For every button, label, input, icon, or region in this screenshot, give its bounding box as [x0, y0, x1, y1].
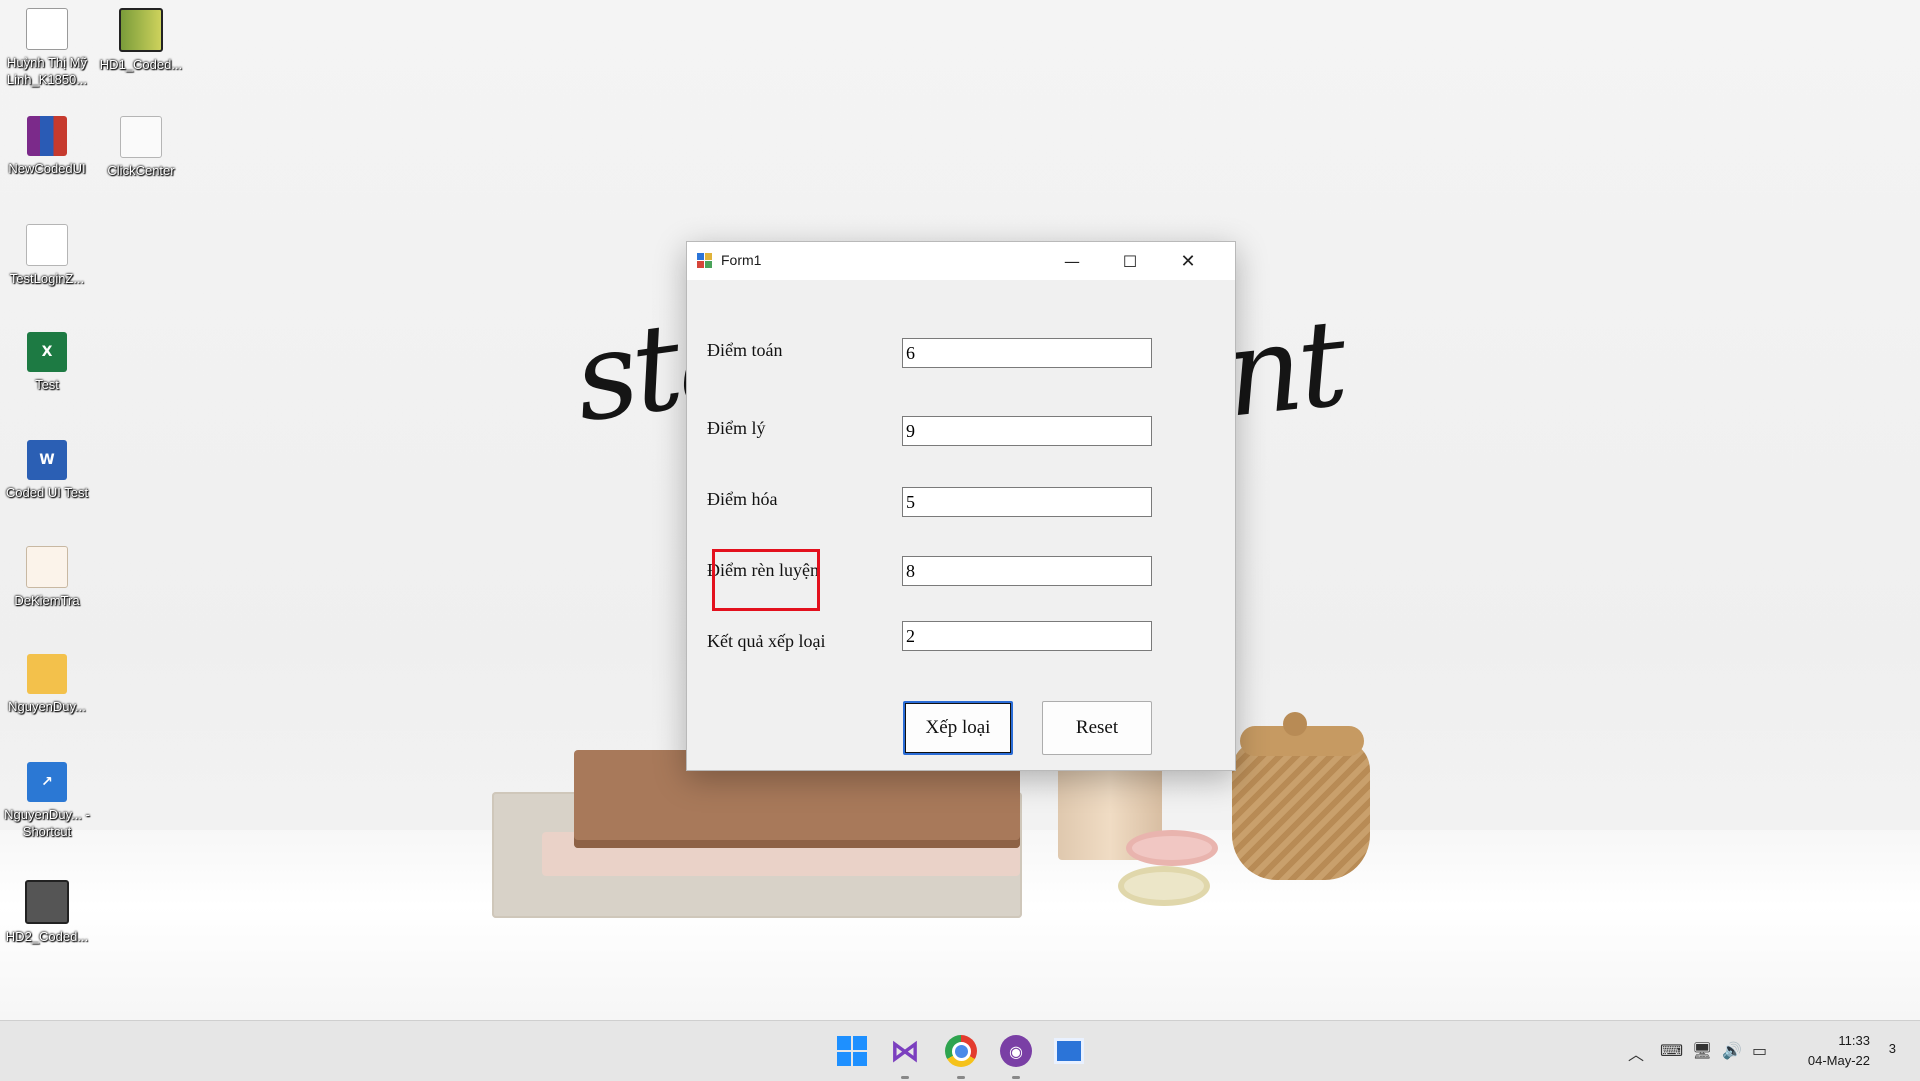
winforms-app-icon	[697, 253, 713, 269]
network-icon[interactable]: 🖥	[1692, 1041, 1712, 1060]
blank-file-icon	[26, 224, 68, 266]
desktop-icon-label: ClickCenter	[107, 163, 175, 178]
diem-hoa-input[interactable]	[902, 487, 1152, 517]
document-icon	[26, 546, 68, 588]
wallpaper-tape	[1118, 866, 1210, 906]
desktop-icon-label: NewCodedUI	[8, 161, 86, 176]
minimize-icon: —	[1064, 251, 1080, 271]
excel-icon: X	[27, 332, 67, 372]
highlight-annotation-box	[712, 549, 820, 611]
word-icon: W	[27, 440, 67, 480]
clock-date: 04-May-22	[1807, 1053, 1870, 1068]
wallpaper-basket	[1232, 740, 1370, 880]
windows-start-icon[interactable]	[836, 1035, 868, 1067]
desktop-icon-label: Coded UI Test	[5, 485, 89, 500]
running-indicator	[1012, 1076, 1020, 1079]
clock[interactable]: 11:33 04-May-22	[1808, 1031, 1870, 1071]
battery-icon[interactable]: ▭	[1752, 1041, 1767, 1060]
desktop-icon-label: DeKiemTra	[14, 593, 80, 608]
desktop-icon-label: HD2_Coded...	[5, 929, 89, 944]
desktop-icon-label: NguyenDuy... - Shortcut	[4, 807, 90, 839]
maximize-icon: ☐	[1122, 251, 1138, 271]
github-desktop-icon[interactable]: ◉	[1000, 1035, 1032, 1067]
document-icon	[26, 8, 68, 50]
wallpaper-script-right: nt	[1218, 294, 1350, 445]
diem-toan-input[interactable]	[902, 338, 1152, 368]
diem-ren-luyen-input[interactable]	[902, 556, 1152, 586]
visual-studio-icon[interactable]: ⋈	[889, 1034, 921, 1069]
volume-icon[interactable]: 🔊	[1722, 1041, 1742, 1060]
chevron-up-icon[interactable]: ︿	[1628, 1041, 1644, 1065]
shortcut-icon: ↗	[27, 762, 67, 802]
label-diem-hoa: Điểm hóa	[707, 489, 778, 509]
label-diem-ly: Điểm lý	[707, 418, 766, 438]
wallpaper-basket-knob	[1283, 712, 1307, 736]
desktop-icon-coded-ui-test[interactable]: W Coded UI Test	[2, 440, 92, 501]
desktop-icon-test[interactable]: X Test	[2, 332, 92, 393]
form1-window: Form1 — ☐ ✕ Điểm toán Điểm lý Điểm hóa Đ…	[686, 241, 1236, 771]
keyboard-icon[interactable]: ⌨	[1660, 1041, 1683, 1060]
desktop-icon-newcodedui[interactable]: NewCodedUI	[2, 116, 92, 177]
window-title: Form1	[721, 252, 762, 268]
running-indicator	[957, 1076, 965, 1079]
running-indicator	[901, 1076, 909, 1079]
video-icon	[119, 8, 163, 52]
taskbar: ⋈ ◉ ︿ ⌨ 🖥 🔊 ▭ 11:33 04-May-22 3	[0, 1020, 1920, 1081]
desktop: stay nt Huỳnh Thị Mỹ Linh_K1850... HD1_C…	[0, 0, 1920, 1020]
close-button[interactable]: ✕	[1159, 242, 1217, 280]
maximize-button[interactable]: ☐	[1101, 242, 1159, 280]
video-icon	[25, 880, 69, 924]
chrome-icon[interactable]	[945, 1035, 977, 1067]
text-file-icon	[120, 116, 162, 158]
wallpaper-tape	[1126, 830, 1218, 866]
notification-count[interactable]: 3	[1889, 1041, 1896, 1056]
desktop-icon-hd2-coded[interactable]: HD2_Coded...	[2, 880, 92, 945]
desktop-icon-testloginz[interactable]: TestLoginZ...	[2, 224, 92, 287]
minimize-button[interactable]: —	[1043, 242, 1101, 280]
desktop-icon-hd1-coded[interactable]: HD1_Coded...	[96, 8, 186, 73]
label-ket-qua-xep-loai: Kết quả xếp loại	[707, 631, 826, 651]
desktop-icon-label: TestLoginZ...	[9, 271, 85, 286]
clock-time: 11:33	[1838, 1033, 1870, 1048]
desktop-icon-label: Huỳnh Thị Mỹ Linh_K1850...	[6, 55, 88, 87]
folder-icon	[27, 654, 67, 694]
winforms-app-icon[interactable]	[1054, 1038, 1084, 1064]
desktop-icon-label: Test	[35, 377, 59, 392]
desktop-icon-nguyenduy-shortcut[interactable]: ↗ NguyenDuy... - Shortcut	[2, 762, 92, 840]
xep-loai-button[interactable]: Xếp loại	[903, 701, 1013, 755]
label-diem-toan: Điểm toán	[707, 340, 783, 360]
desktop-icon-dekiemtra[interactable]: DeKiemTra	[2, 546, 92, 609]
desktop-icon-label: HD1_Coded...	[99, 57, 183, 72]
reset-button[interactable]: Reset	[1042, 701, 1152, 755]
winrar-icon	[27, 116, 67, 156]
title-bar[interactable]: Form1 — ☐ ✕	[687, 242, 1235, 280]
close-icon: ✕	[1180, 250, 1196, 272]
desktop-icon-label: NguyenDuy...	[8, 699, 86, 714]
diem-ly-input[interactable]	[902, 416, 1152, 446]
desktop-icon-clickcenter[interactable]: ClickCenter	[96, 116, 186, 179]
desktop-icon-huynh-thi-my-linh[interactable]: Huỳnh Thị Mỹ Linh_K1850...	[2, 8, 92, 88]
ket-qua-xep-loai-input[interactable]	[902, 621, 1152, 651]
desktop-icon-nguyenduy-folder[interactable]: NguyenDuy...	[2, 654, 92, 715]
